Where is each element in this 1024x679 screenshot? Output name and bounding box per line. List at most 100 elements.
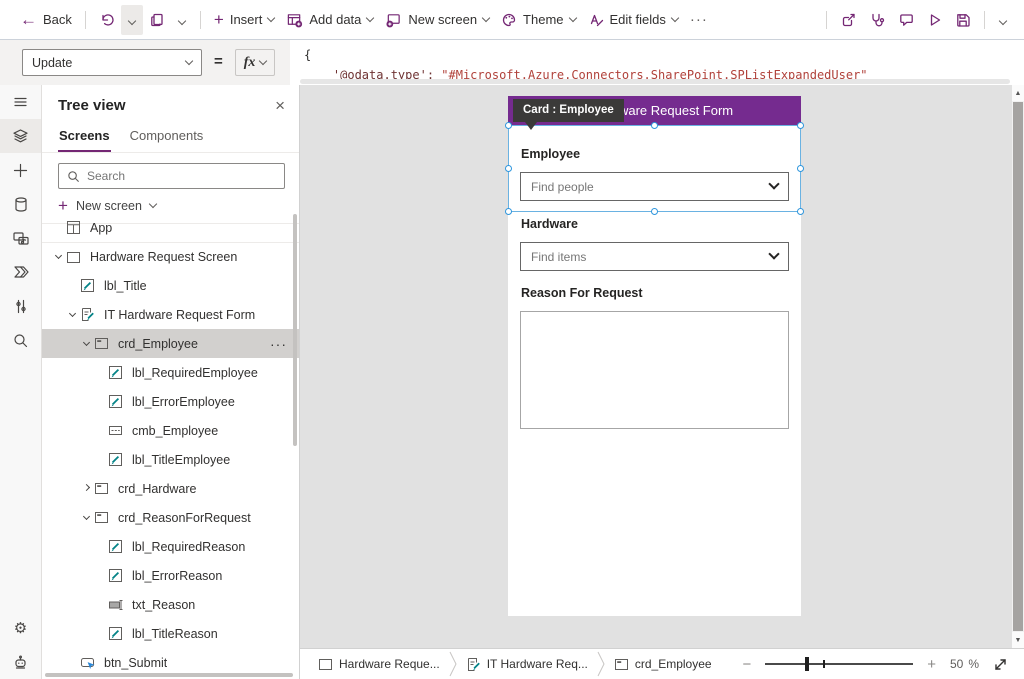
zoom-out-button[interactable]: −: [742, 657, 751, 672]
paste-button[interactable]: [143, 7, 171, 33]
breadcrumb-item-crd_Employee[interactable]: crd_Employee: [606, 649, 720, 679]
tree-item-lbl_ErrorReason[interactable]: lbl_ErrorReason: [42, 561, 299, 590]
media-icon[interactable]: [0, 221, 41, 255]
hardware-request-form[interactable]: IT Hardware Request Form Employee Find p…: [508, 96, 801, 616]
expander-right-icon[interactable]: [78, 488, 94, 490]
save-icon: [955, 12, 971, 28]
item-more-options-button[interactable]: ···: [270, 336, 287, 352]
save-button[interactable]: [949, 7, 977, 33]
resize-handle-bottom-center[interactable]: [651, 208, 658, 215]
advanced-tools-icon[interactable]: [0, 289, 41, 323]
back-button[interactable]: ← Back: [14, 6, 78, 33]
share-button[interactable]: [834, 7, 863, 33]
zoom-slider-handle[interactable]: [805, 657, 809, 671]
settings-icon[interactable]: ⚙: [0, 611, 41, 645]
property-selector[interactable]: Update: [22, 49, 202, 76]
scrollbar-thumb[interactable]: [1013, 102, 1023, 631]
chevron-down-icon: [178, 16, 186, 24]
form-body: Employee Find people Hardware Find items…: [508, 125, 801, 616]
tree-list: AppHardware Request Screenlbl_TitleIT Ha…: [42, 213, 299, 679]
zoom-in-button[interactable]: +: [927, 657, 936, 672]
zoom-slider[interactable]: [765, 657, 913, 671]
tree-item-Hardware Request Screen[interactable]: Hardware Request Screen: [42, 242, 299, 271]
tree-item-crd_ReasonForRequest[interactable]: crd_ReasonForRequest: [42, 503, 299, 532]
toolbar-divider: [826, 11, 827, 29]
comments-button[interactable]: [892, 7, 921, 33]
formula-horizontal-scrollbar[interactable]: [300, 79, 1010, 84]
undo-button[interactable]: [93, 7, 121, 33]
data-icon[interactable]: [0, 187, 41, 221]
menu-icon[interactable]: [0, 85, 41, 119]
new-screen-menu-label: New screen: [76, 199, 142, 213]
tree-view-icon[interactable]: [0, 119, 41, 153]
tree-item-lbl_TitleReason[interactable]: lbl_TitleReason: [42, 619, 299, 648]
tree-item-cmb_Employee[interactable]: cmb_Employee: [42, 416, 299, 445]
resize-handle-bottom-left[interactable]: [505, 208, 512, 215]
tree-item-IT Hardware Request Form[interactable]: IT Hardware Request Form: [42, 300, 299, 329]
tree-item-lbl_ErrorEmployee[interactable]: lbl_ErrorEmployee: [42, 387, 299, 416]
insert-button[interactable]: + Insert: [208, 6, 280, 33]
save-dropdown-button[interactable]: [992, 5, 1014, 35]
search-icon[interactable]: [0, 323, 41, 357]
app-checker-button[interactable]: [863, 7, 892, 33]
tree-item-crd_Hardware[interactable]: crd_Hardware: [42, 474, 299, 503]
tree-item-lbl_Title[interactable]: lbl_Title: [42, 271, 299, 300]
edit-fields-button[interactable]: Edit fields: [582, 7, 684, 33]
tree-vertical-scrollbar[interactable]: [293, 214, 297, 446]
textinput-icon: [108, 598, 125, 612]
resize-handle-middle-left[interactable]: [505, 165, 512, 172]
resize-handle-top-right[interactable]: [797, 122, 804, 129]
scroll-down-arrow-icon[interactable]: ▼: [1012, 632, 1024, 648]
resize-handle-middle-right[interactable]: [797, 165, 804, 172]
expander-down-icon[interactable]: [50, 256, 66, 258]
undo-dropdown-button[interactable]: [121, 5, 143, 35]
zoom-slider-track: [765, 663, 913, 665]
scroll-up-arrow-icon[interactable]: ▲: [1012, 85, 1024, 101]
tree-item-label: btn_Submit: [104, 656, 167, 670]
tree-item-crd_Employee[interactable]: crd_Employee···: [42, 329, 299, 358]
search-input[interactable]: [87, 169, 276, 183]
reason-textarea[interactable]: [520, 311, 789, 429]
fit-to-window-button[interactable]: [993, 657, 1008, 672]
breadcrumb-separator-icon: [596, 649, 606, 679]
breadcrumb-item-Hardware Reque[interactable]: Hardware Reque...: [310, 649, 448, 679]
tree-item-lbl_RequiredReason[interactable]: lbl_RequiredReason: [42, 532, 299, 561]
tree-item-label: cmb_Employee: [132, 424, 218, 438]
tab-screens[interactable]: Screens: [58, 124, 111, 152]
add-data-button[interactable]: Add data: [280, 7, 379, 33]
preview-button[interactable]: [921, 7, 949, 33]
breadcrumb-item-IT Hardware Req[interactable]: IT Hardware Req...: [458, 649, 596, 679]
chevron-down-icon: [768, 178, 779, 189]
tree-item-txt_Reason[interactable]: txt_Reason: [42, 590, 299, 619]
screen-icon: [318, 658, 333, 671]
tree-horizontal-scrollbar[interactable]: [45, 673, 293, 677]
bottom-bar: Hardware Reque... IT Hardware Req... crd_E…: [300, 648, 1024, 679]
virtual-agents-icon[interactable]: [0, 645, 41, 679]
insert-icon[interactable]: [0, 153, 41, 187]
theme-button[interactable]: Theme: [495, 7, 581, 33]
expander-down-icon[interactable]: [78, 343, 94, 345]
hardware-combobox[interactable]: Find items: [520, 242, 789, 271]
tree-item-lbl_RequiredEmployee[interactable]: lbl_RequiredEmployee: [42, 358, 299, 387]
close-icon[interactable]: ×: [275, 97, 285, 114]
more-commands-button[interactable]: ···: [684, 6, 714, 33]
new-screen-button[interactable]: New screen: [379, 7, 495, 33]
resize-handle-top-center[interactable]: [651, 122, 658, 129]
form-icon: [466, 657, 481, 672]
tab-components[interactable]: Components: [129, 124, 205, 152]
fx-button[interactable]: fx: [235, 49, 276, 76]
employee-combobox[interactable]: Find people: [520, 172, 789, 201]
resize-handle-top-left[interactable]: [505, 122, 512, 129]
power-automate-icon[interactable]: [0, 255, 41, 289]
tree-item-label: crd_ReasonForRequest: [118, 511, 251, 525]
expander-down-icon[interactable]: [78, 517, 94, 519]
resize-handle-bottom-right[interactable]: [797, 208, 804, 215]
paste-dropdown-button[interactable]: [171, 5, 193, 35]
undo-icon: [99, 12, 115, 28]
tree-item-App[interactable]: App: [42, 213, 299, 242]
tree-item-lbl_TitleEmployee[interactable]: lbl_TitleEmployee: [42, 445, 299, 474]
tree-item-label: lbl_TitleReason: [132, 627, 218, 641]
canvas-vertical-scrollbar[interactable]: ▲ ▼: [1012, 85, 1024, 648]
expander-down-icon[interactable]: [64, 314, 80, 316]
canvas[interactable]: IT Hardware Request Form Employee Find p…: [300, 85, 1024, 648]
